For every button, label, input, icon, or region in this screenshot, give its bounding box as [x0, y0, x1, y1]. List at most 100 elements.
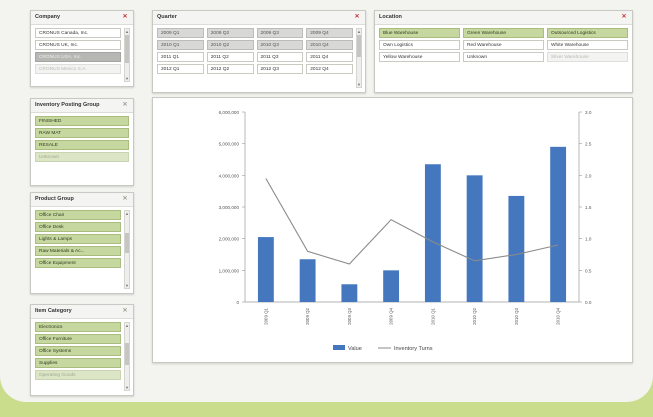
scrollbar[interactable]: ▲ ▼: [124, 322, 130, 391]
legend-label-inventory-turns: Inventory Turns: [394, 346, 433, 352]
quarter-slicer: Quarter ✕ 2009 Q1 2009 Q2 2009 Q3 2009 Q…: [152, 10, 366, 93]
slicer-title: Item Category: [31, 305, 133, 319]
slicer-item[interactable]: Supplies: [35, 358, 121, 368]
slicer-item[interactable]: Own Logistics: [379, 40, 460, 50]
clear-filter-icon[interactable]: ✕: [354, 14, 360, 21]
slicer-item[interactable]: 2009 Q1: [157, 28, 204, 38]
x-category-label: 2009 Q1: [263, 307, 268, 324]
product-group-slicer: Product Group ✕ Office Chair Office Desk…: [30, 192, 134, 294]
clear-filter-icon[interactable]: ✕: [122, 196, 128, 203]
scrollbar[interactable]: ▲ ▼: [124, 28, 130, 82]
legend-label-value: Value: [348, 346, 362, 352]
slicer-item[interactable]: Lights & Lamps: [35, 234, 121, 244]
slicer-item[interactable]: 2009 Q4: [306, 28, 353, 38]
slicer-item[interactable]: 2010 Q3: [256, 40, 304, 50]
scroll-down-arrow-icon[interactable]: ▼: [125, 76, 129, 81]
slicer-item[interactable]: Office Equipment: [35, 258, 121, 268]
scroll-up-arrow-icon[interactable]: ▲: [125, 323, 129, 328]
slicer-item[interactable]: Office Desk: [35, 222, 121, 232]
y-left-tick-label: 6,000,000: [219, 110, 240, 115]
slicer-item[interactable]: Raw Materials & Ac...: [35, 246, 121, 256]
slicer-item[interactable]: Office Furniture: [35, 334, 121, 344]
inventory-posting-group-slicer: Inventory Posting Group ✕ FINISHED RAW M…: [30, 98, 134, 186]
scroll-up-arrow-icon[interactable]: ▲: [125, 29, 129, 34]
x-category-label: 2010 Q2: [472, 307, 477, 324]
slicer-item[interactable]: 2010 Q4: [306, 40, 353, 50]
slicer-item[interactable]: 2011 Q3: [256, 52, 304, 62]
x-category-label: 2009 Q3: [347, 307, 352, 324]
scroll-thumb[interactable]: [125, 233, 129, 253]
scrollbar[interactable]: ▲ ▼: [124, 210, 130, 289]
slicer-item[interactable]: 2009 Q2: [206, 28, 254, 38]
scroll-thumb[interactable]: [125, 343, 129, 365]
slicer-title: Inventory Posting Group: [31, 99, 133, 113]
slicer-item[interactable]: 2011 Q1: [157, 52, 204, 62]
bar-value: [257, 237, 274, 302]
scroll-down-arrow-icon[interactable]: ▼: [357, 82, 361, 87]
slicer-item[interactable]: 2012 Q4: [306, 64, 353, 74]
slicer-item[interactable]: Green Warehouse: [463, 28, 544, 38]
bar-value: [508, 195, 525, 302]
bar-value: [383, 270, 400, 302]
scrollbar[interactable]: ▲ ▼: [356, 28, 362, 88]
slicer-item[interactable]: Electronics: [35, 322, 121, 332]
slicer-item[interactable]: Office Systems: [35, 346, 121, 356]
slicer-item[interactable]: Blue Warehouse: [379, 28, 460, 38]
clear-filter-icon[interactable]: ✕: [621, 14, 627, 21]
slicer-item[interactable]: 2010 Q1: [157, 40, 204, 50]
slicer-item[interactable]: CRONUS USA, Inc.: [35, 52, 121, 62]
clear-filter-icon[interactable]: ✕: [122, 102, 128, 109]
slicer-item[interactable]: Unknown: [463, 52, 544, 62]
slicer-item[interactable]: 2012 Q3: [256, 64, 304, 74]
scroll-up-arrow-icon[interactable]: ▲: [357, 29, 361, 34]
slicer-title: Location: [375, 11, 632, 25]
slicer-item[interactable]: Office Chair: [35, 210, 121, 220]
scroll-thumb[interactable]: [357, 35, 361, 57]
y-left-tick-label: 4,000,000: [219, 173, 240, 178]
slicer-item[interactable]: Yellow Warehouse: [379, 52, 460, 62]
slicer-item[interactable]: CRONUS Canada, Inc.: [35, 28, 121, 38]
slicer-item[interactable]: 2012 Q1: [157, 64, 204, 74]
slicer-item[interactable]: White Warehouse: [547, 40, 628, 50]
slicer-item[interactable]: 2010 Q2: [206, 40, 254, 50]
slicer-item[interactable]: RAW MAT: [35, 128, 129, 138]
slicer-item[interactable]: 2012 Q2: [206, 64, 254, 74]
slicer-item[interactable]: RESALE: [35, 140, 129, 150]
slicer-item[interactable]: 2011 Q2: [206, 52, 254, 62]
dashboard-canvas: Company ✕ CRONUS Canada, Inc. CRONUS UK,…: [0, 0, 653, 402]
slicer-item[interactable]: FINISHED: [35, 116, 129, 126]
slicer-item[interactable]: Unknown: [35, 152, 129, 162]
clear-filter-icon[interactable]: ✕: [122, 308, 128, 315]
x-category-label: 2009 Q4: [389, 307, 394, 324]
clear-filter-icon[interactable]: ✕: [122, 14, 128, 21]
y-right-tick-label: 2.5: [585, 142, 592, 147]
y-right-tick-label: 0.5: [585, 268, 592, 273]
slicer-item[interactable]: 2009 Q3: [256, 28, 304, 38]
x-category-label: 2010 Q4: [556, 307, 561, 324]
slicer-item[interactable]: 2011 Q4: [306, 52, 353, 62]
slicer-item[interactable]: Operating Goods: [35, 370, 121, 380]
slicer-item[interactable]: CRONUS UK, Inc.: [35, 40, 121, 50]
y-right-tick-label: 2.0: [585, 173, 592, 178]
y-left-tick-label: 0: [236, 300, 239, 305]
slicer-item[interactable]: Outsourced Logistics: [547, 28, 628, 38]
slicer-item[interactable]: Red Warehouse: [463, 40, 544, 50]
bar-value: [466, 175, 483, 302]
legend-swatch-value: [333, 345, 345, 350]
y-left-tick-label: 3,000,000: [219, 205, 240, 210]
slicer-title: Company: [31, 11, 133, 25]
x-category-label: 2010 Q1: [430, 307, 435, 324]
y-left-tick-label: 2,000,000: [219, 237, 240, 242]
y-right-tick-label: 3.0: [585, 110, 592, 115]
bar-value: [341, 284, 358, 302]
scroll-up-arrow-icon[interactable]: ▲: [125, 211, 129, 216]
bar-value: [299, 259, 316, 302]
slicer-item[interactable]: Silver Warehouse: [547, 52, 628, 62]
scroll-down-arrow-icon[interactable]: ▼: [125, 283, 129, 288]
scroll-down-arrow-icon[interactable]: ▼: [125, 385, 129, 390]
scroll-thumb[interactable]: [125, 35, 129, 63]
y-left-tick-label: 1,000,000: [219, 268, 240, 273]
slicer-item[interactable]: CRONUS Mexico S.A.: [35, 64, 121, 74]
slicer-title: Quarter: [153, 11, 365, 25]
company-slicer: Company ✕ CRONUS Canada, Inc. CRONUS UK,…: [30, 10, 134, 87]
